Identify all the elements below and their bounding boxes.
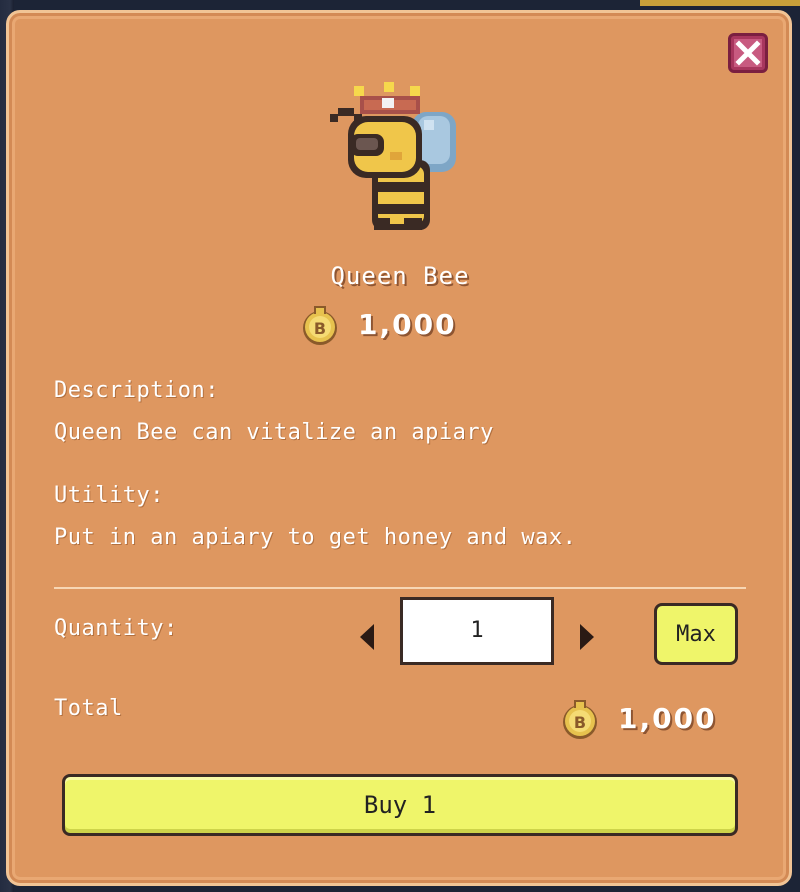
coin-icon: B xyxy=(303,306,337,345)
total-price: B 1,000 xyxy=(560,694,750,742)
arrow-left-icon[interactable] xyxy=(358,622,378,652)
quantity-label: Quantity: xyxy=(54,616,178,641)
queen-bee-icon xyxy=(330,82,456,230)
description-text: Queen Bee can vitalize an apiary xyxy=(54,420,494,445)
arrow-right-icon[interactable] xyxy=(576,622,596,652)
quantity-input[interactable]: 1 xyxy=(400,597,554,665)
item-title: Queen Bee xyxy=(330,262,470,290)
close-icon xyxy=(734,39,762,67)
coin-icon: B xyxy=(563,700,597,739)
svg-text:B: B xyxy=(314,319,326,338)
utility-heading: Utility: xyxy=(54,483,164,508)
total-value: 1,000 xyxy=(618,701,717,735)
price-value: 1,000 xyxy=(358,307,457,341)
background-bar xyxy=(640,0,800,6)
divider xyxy=(54,587,746,589)
max-button[interactable]: Max xyxy=(654,603,738,665)
utility-text: Put in an apiary to get honey and wax. xyxy=(54,525,577,550)
total-label: Total xyxy=(54,696,123,721)
item-price: B 1,000 xyxy=(300,302,520,346)
buy-button[interactable]: Buy 1 xyxy=(62,774,738,836)
close-button[interactable] xyxy=(728,33,768,73)
svg-text:B: B xyxy=(574,713,586,732)
description-heading: Description: xyxy=(54,378,219,403)
